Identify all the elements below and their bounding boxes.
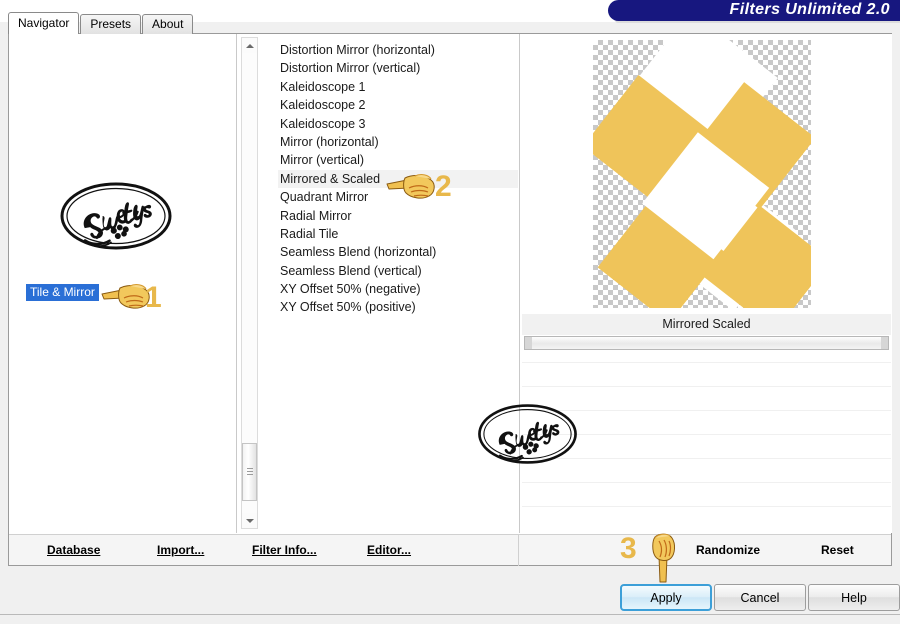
navigator-panel: Tile & Mirror [9,34,237,533]
list-item[interactable]: Kaleidoscope 1 [278,78,518,96]
tab-presets[interactable]: Presets [80,14,142,34]
list-item-label: Radial Mirror [280,208,352,223]
tab-navigator[interactable]: Navigator [8,12,80,34]
tab-strip: Navigator Presets About [8,12,194,34]
cancel-button-label: Cancel [740,590,780,605]
annotation-number-1: 1 [145,281,162,314]
editor-button[interactable]: Editor... [367,543,411,557]
list-item-mirrored-and-scaled[interactable]: Mirrored & Scaled [278,169,518,189]
slider-left-cap[interactable] [525,337,532,349]
filter-list-scrollbar[interactable] [241,37,258,529]
slider-right-cap[interactable] [881,337,888,349]
cancel-button[interactable]: Cancel [714,584,806,611]
title-banner: Filters Unlimited 2.0 [608,0,900,21]
list-item-label: Seamless Blend (horizontal) [280,245,437,260]
content-frame: Tile & Mirror Distortion Mirror (horizon… [8,33,892,566]
tab-navigator-label: Navigator [18,16,70,30]
chevron-down-icon [245,518,254,523]
list-item-label: Kaleidoscope 2 [280,98,366,113]
editor-button-label: Editor... [367,543,412,557]
list-item-label: XY Offset 50% (negative) [280,282,421,297]
annotation-number-3: 3 [620,532,637,565]
tab-about-label: About [152,17,184,31]
list-item-label: Distortion Mirror (vertical) [280,61,421,76]
list-item[interactable]: Kaleidoscope 2 [278,96,518,114]
list-item[interactable]: XY Offset 50% (positive) [278,298,518,316]
preview-scroll-slider[interactable] [524,336,889,350]
list-item[interactable]: Radial Tile [278,225,518,243]
filter-info-button-label: Filter Info... [252,543,317,557]
import-button[interactable]: Import... [157,543,204,557]
parameter-area [522,354,891,529]
filter-list: Distortion Mirror (horizontal) Distortio… [278,41,518,317]
filters-unlimited-window: Filters Unlimited 2.0 Navigator Presets … [0,0,900,624]
scroll-down-button[interactable] [242,513,257,528]
list-item[interactable]: Seamless Blend (vertical) [278,262,518,280]
list-item[interactable]: XY Offset 50% (negative) [278,280,518,298]
scrollbar-thumb[interactable] [242,443,257,501]
command-bar-divider [518,535,519,566]
randomize-button-label: Randomize [696,543,761,557]
preview-panel: Mirrored Scaled [519,34,892,533]
apply-button[interactable]: Apply [620,584,712,611]
grip-icon [247,468,253,477]
tab-about[interactable]: About [142,14,194,34]
list-item-label: Mirrored & Scaled [280,171,381,186]
list-item[interactable]: Quadrant Mirror [278,188,518,206]
status-bar-divider [0,614,900,615]
list-item[interactable]: Seamless Blend (horizontal) [278,243,518,261]
filter-info-button[interactable]: Filter Info... [252,543,317,557]
tab-presets-label: Presets [90,17,132,31]
help-button[interactable]: Help [808,584,900,611]
scroll-up-button[interactable] [242,38,257,53]
list-item-label: XY Offset 50% (positive) [280,300,416,315]
preview-image[interactable] [593,40,811,308]
list-item-label: Distortion Mirror (horizontal) [280,43,435,57]
list-item[interactable]: Radial Mirror [278,207,518,225]
randomize-button[interactable]: Randomize [696,543,760,557]
annotation-number-2: 2 [435,170,452,203]
list-item[interactable]: Distortion Mirror (vertical) [278,59,518,77]
list-item-label: Mirror (vertical) [280,153,365,168]
list-item-label: Kaleidoscope 1 [280,79,366,94]
sidebar-item-label: Tile & Mirror [30,285,95,299]
sidebar-item-tile-and-mirror[interactable]: Tile & Mirror [26,284,99,301]
list-item[interactable]: Mirror (vertical) [278,151,518,169]
database-button-label: Database [47,543,101,557]
list-item-label: Quadrant Mirror [280,190,369,205]
list-item-label: Mirror (horizontal) [280,134,379,149]
list-item-label: Seamless Blend (vertical) [280,263,422,278]
reset-button[interactable]: Reset [821,543,854,557]
list-item-label: Radial Tile [280,226,339,241]
list-item[interactable]: Kaleidoscope 3 [278,115,518,133]
apply-button-label: Apply [650,590,682,605]
help-button-label: Help [841,590,867,605]
list-item-label: Kaleidoscope 3 [280,116,366,131]
list-item[interactable]: Mirror (horizontal) [278,133,518,151]
filter-list-panel: Distortion Mirror (horizontal) Distortio… [238,34,518,533]
list-item[interactable]: Distortion Mirror (horizontal) [278,41,518,59]
preview-caption: Mirrored Scaled [522,314,891,335]
import-button-label: Import... [157,543,205,557]
chevron-up-icon [245,43,254,48]
reset-button-label: Reset [821,543,854,557]
command-bar: Database Import... Filter Info... Editor… [9,534,891,566]
database-button[interactable]: Database [47,543,100,557]
sweety-logo-icon [57,178,175,254]
app-title: Filters Unlimited 2.0 [729,1,890,18]
